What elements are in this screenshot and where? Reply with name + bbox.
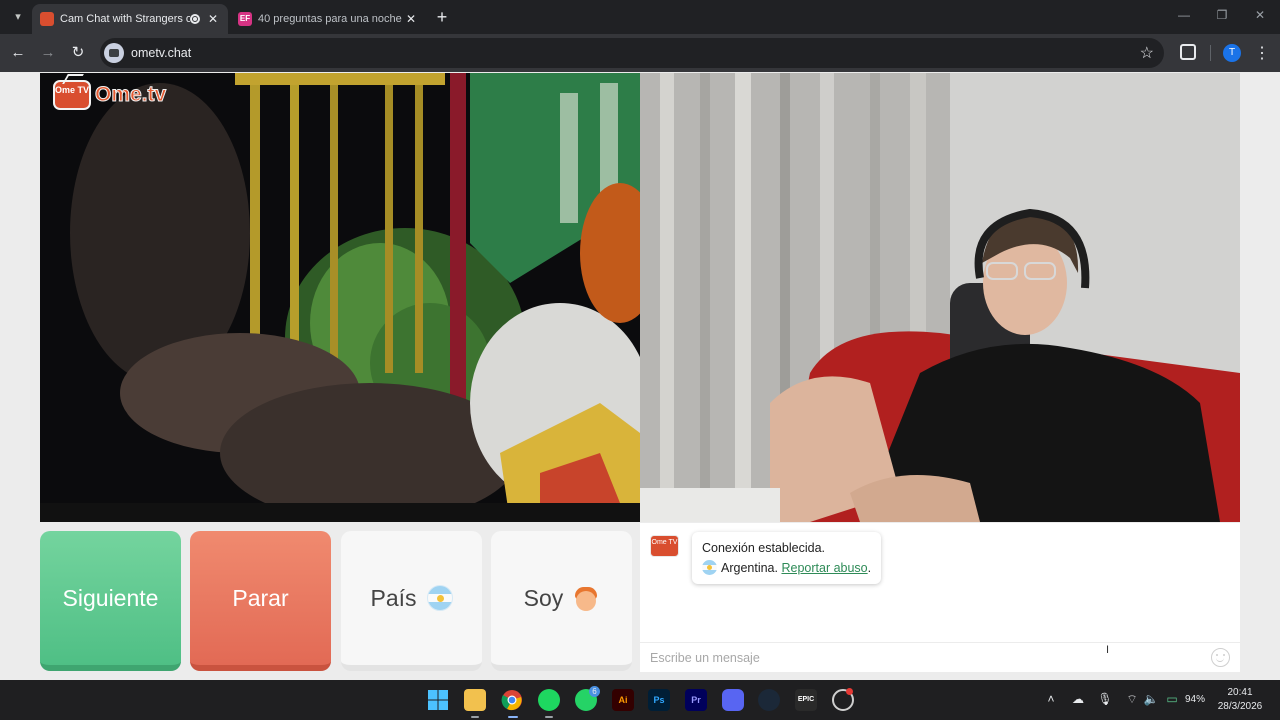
discord-icon[interactable] <box>722 689 744 711</box>
remote-video-frame <box>40 73 640 522</box>
browser-toolbar: ← → ↻ ometv.chat ☆ T ⋮ <box>0 34 1280 72</box>
file-explorer-icon[interactable] <box>464 689 486 711</box>
microphone-icon[interactable]: 🎙 <box>1097 692 1113 706</box>
new-tab-button[interactable]: + <box>432 7 452 27</box>
report-suffix: . <box>867 561 872 575</box>
message-input[interactable] <box>640 643 1200 672</box>
steam-icon[interactable] <box>758 689 780 711</box>
chat-input-row <box>640 642 1240 672</box>
ometv-chat-badge-icon: Ome TV <box>650 535 679 557</box>
report-abuse-link[interactable]: Reportar abuso <box>781 561 867 575</box>
tab-ometv[interactable]: Cam Chat with Strangers on ✕ <box>32 4 228 34</box>
stop-button[interactable]: Parar <box>190 531 331 671</box>
country-line: Argentina. Reportar abuso. <box>702 558 871 578</box>
remote-video: Ome TV Ome.tv <box>40 73 640 522</box>
boy-icon <box>573 585 599 611</box>
back-icon[interactable]: ← <box>8 43 28 63</box>
argentina-flag-icon <box>702 560 717 575</box>
battery-icon[interactable]: ▭ <box>1164 692 1180 706</box>
cloud-status-icon[interactable]: ☁ <box>1070 692 1086 706</box>
wifi-icon[interactable]: ⌔ <box>1124 692 1140 707</box>
chat-panel: Ome TV Conexión establecida. Argentina. … <box>640 523 1240 672</box>
running-indicator <box>545 716 553 718</box>
recording-indicator-icon <box>190 14 200 24</box>
tab-title: 40 preguntas para una noche d <box>258 13 404 25</box>
country-button-label: País <box>370 584 417 611</box>
minimize-icon[interactable]: — <box>1174 8 1194 22</box>
clock-time[interactable]: 20:41 <box>1216 687 1264 698</box>
clock-date[interactable]: 28/3/2026 <box>1212 701 1268 712</box>
whatsapp-badge: 6 <box>589 686 600 697</box>
epic-games-icon[interactable]: EPIC <box>795 689 817 711</box>
text-cursor-icon: I <box>1106 644 1110 656</box>
windows-taskbar: 6 Ai Ps Pr EPIC ˄ ☁ 🎙 ⌔ 🔈 ▭ 94% 20:41 28… <box>0 680 1280 720</box>
gender-button-label: Soy <box>523 584 564 611</box>
local-camera-video <box>640 73 1240 522</box>
argentina-flag-icon <box>426 585 453 611</box>
country-selector-button[interactable]: País <box>341 531 482 671</box>
tab-title: Cam Chat with Strangers on <box>60 13 190 25</box>
emoji-icon[interactable] <box>1211 648 1230 667</box>
volume-icon[interactable]: 🔈 <box>1143 692 1159 706</box>
illustrator-icon[interactable]: Ai <box>612 689 634 711</box>
show-hidden-icons-chevron-icon[interactable]: ˄ <box>1043 692 1059 706</box>
close-tab-icon[interactable]: ✕ <box>206 12 220 26</box>
address-bar[interactable]: ometv.chat ☆ <box>100 38 1164 68</box>
browser-tab-bar: ▾ Cam Chat with Strangers on ✕ EF 40 pre… <box>0 0 1280 34</box>
site-info-icon[interactable] <box>104 43 124 63</box>
photoshop-icon[interactable]: Ps <box>648 689 670 711</box>
active-indicator <box>508 716 518 718</box>
tab-preguntas[interactable]: EF 40 preguntas para una noche d ✕ <box>230 4 426 34</box>
next-button[interactable]: Siguiente <box>40 531 181 671</box>
connection-status-text: Conexión establecida. <box>702 541 825 555</box>
next-button-label: Siguiente <box>62 584 159 611</box>
tab-search-chevron-icon[interactable]: ▾ <box>8 8 28 26</box>
extensions-icon[interactable] <box>1180 44 1196 60</box>
gender-selector-button[interactable]: Soy <box>491 531 632 671</box>
system-message: Conexión establecida. Argentina. Reporta… <box>692 532 882 584</box>
ometv-favicon-icon <box>40 12 54 26</box>
windows-start-icon[interactable] <box>427 689 449 711</box>
close-tab-icon[interactable]: ✕ <box>404 12 418 26</box>
ometv-logo[interactable]: Ome TV Ome.tv <box>53 80 167 110</box>
premiere-icon[interactable]: Pr <box>685 689 707 711</box>
ometv-logo-text: Ome.tv <box>94 83 167 107</box>
ometv-page: Ome TV Ome.tv Siguiente Parar País Soy O… <box>0 72 1280 680</box>
battery-percent: 94% <box>1184 694 1205 705</box>
chrome-icon[interactable] <box>501 689 523 711</box>
notification-dot <box>846 688 853 695</box>
toolbar-divider <box>1210 45 1211 61</box>
bookmark-star-icon[interactable]: ☆ <box>1140 43 1154 63</box>
spotify-icon[interactable] <box>538 689 560 711</box>
url-text: ometv.chat <box>131 46 192 60</box>
ometv-tv-icon: Ome TV <box>53 80 91 110</box>
forward-icon[interactable]: → <box>38 43 58 63</box>
running-indicator <box>471 716 479 718</box>
stop-button-label: Parar <box>232 584 289 611</box>
menu-kebab-icon[interactable]: ⋮ <box>1254 43 1270 63</box>
local-video-frame <box>640 73 1240 522</box>
reload-icon[interactable]: ↻ <box>68 43 88 63</box>
ef-favicon-icon: EF <box>238 12 252 26</box>
country-name: Argentina. <box>721 561 778 575</box>
close-window-icon[interactable]: ✕ <box>1250 8 1270 22</box>
maximize-icon[interactable]: ❐ <box>1212 8 1232 22</box>
profile-avatar[interactable]: T <box>1223 44 1241 62</box>
